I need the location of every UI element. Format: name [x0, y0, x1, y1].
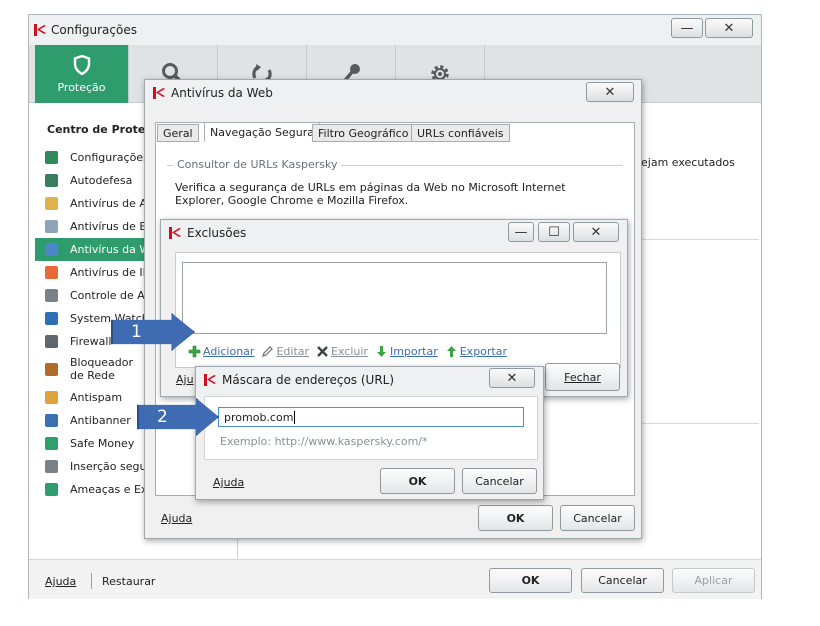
url-mask-value: promob.com [224, 411, 294, 424]
filter-icon [45, 289, 58, 302]
text-cursor [294, 411, 296, 424]
right-pane-text: ejam executados [641, 156, 735, 169]
k-shield-icon [45, 174, 58, 187]
import-icon [376, 346, 386, 357]
keyboard-icon [45, 460, 58, 473]
kaspersky-logo-icon [34, 24, 46, 36]
protection-label: Proteção [57, 80, 106, 94]
kaspersky-logo-icon [153, 87, 165, 99]
close-button[interactable]: ✕ [573, 222, 619, 242]
footer: Ajuda Restaurar OK Cancelar Aplicar [29, 559, 761, 599]
cancel-button[interactable]: Cancelar [560, 505, 635, 531]
close-button[interactable]: ✕ [489, 368, 535, 388]
callout-number: 2 [157, 407, 168, 427]
cancel-button[interactable]: Cancelar [581, 568, 664, 593]
sidebar-item-label: Antivírus de Em [70, 220, 158, 233]
close-dialog-button[interactable]: Fechar [545, 363, 620, 391]
shield-icon [45, 151, 58, 164]
edit-icon [262, 346, 274, 357]
maximize-button[interactable]: ☐ [538, 222, 570, 242]
sidebar-item-label: Antivírus de Ar [70, 197, 152, 210]
dialog-title: Exclusões [187, 226, 247, 240]
title-bar: Configurações — ✕ [29, 15, 761, 45]
sidebar-item-label: Antivírus da We [70, 243, 157, 256]
sidebar-item-label: Bloqueador de Rede [70, 356, 134, 382]
minimize-button[interactable]: — [508, 222, 534, 242]
callout-number: 1 [131, 322, 142, 342]
help-link[interactable]: Ajuda [213, 476, 244, 489]
sidebar-item-label: Autodefesa [70, 174, 133, 187]
close-button[interactable]: ✕ [705, 18, 753, 38]
url-mask-input[interactable]: promob.com [218, 407, 524, 427]
chat-icon [45, 266, 58, 279]
edit-link[interactable]: Editar [276, 345, 309, 358]
ok-button[interactable]: OK [478, 505, 553, 531]
separator [641, 423, 759, 424]
help-link[interactable]: Ajuda [161, 512, 192, 525]
section-title: Consultor de URLs Kaspersky [173, 158, 342, 171]
sidebar-item-label: Antivírus de IM [70, 266, 153, 279]
section-description: Verifica a segurança de URLs em páginas … [175, 181, 566, 207]
firewall-icon [45, 335, 58, 348]
antispam-icon [45, 391, 58, 404]
protection-tab[interactable]: Proteção [35, 45, 129, 103]
mask-panel: promob.com Exemplo: http://www.kaspersky… [204, 396, 538, 460]
sidebar-item-label: Configurações [70, 151, 149, 164]
kaspersky-logo-icon [169, 227, 181, 239]
folder-icon [45, 197, 58, 210]
tab-trusted-urls[interactable]: URLs confiáveis [411, 124, 510, 142]
minimize-button[interactable]: — [671, 18, 703, 38]
globe-icon [45, 243, 58, 256]
delete-icon [317, 346, 328, 357]
delete-link[interactable]: Excluir [331, 345, 368, 358]
sidebar-item-label: Ameaças e Exc [70, 483, 154, 496]
exclusions-list[interactable] [182, 262, 607, 334]
sidebar-heading: Centro de Proteç [47, 123, 147, 136]
shield-icon [73, 54, 90, 75]
exclusions-actions: Adicionar Editar Excluir Importar Export… [188, 345, 507, 358]
sidebar-item-label: Controle de Ap [70, 289, 152, 302]
export-link[interactable]: Exportar [460, 345, 507, 358]
close-button[interactable]: ✕ [586, 82, 634, 102]
antibanner-icon [45, 414, 58, 427]
url-mask-dialog: Máscara de endereços (URL) ✕ promob.com … [195, 366, 544, 500]
dialog-title: Máscara de endereços (URL) [222, 373, 395, 387]
window-title: Configurações [51, 23, 137, 37]
sidebar-item-label: Antibanner [70, 414, 131, 427]
money-icon [45, 437, 58, 450]
kaspersky-logo-icon [204, 374, 216, 386]
network-block-icon [45, 362, 58, 376]
apply-button[interactable]: Aplicar [672, 568, 755, 593]
dialog-title: Antivírus da Web [171, 86, 273, 100]
ok-button[interactable]: OK [489, 568, 572, 593]
restore-link[interactable]: Restaurar [102, 575, 155, 588]
dialog-title-bar: Antivírus da Web [145, 80, 641, 106]
tab-strip: Geral Navegação Segura Filtro Geográfico… [155, 122, 635, 142]
divider [91, 573, 92, 589]
tab-safe-browsing[interactable]: Navegação Segura [204, 122, 320, 142]
import-link[interactable]: Importar [390, 345, 438, 358]
sidebar-item-label: Safe Money [70, 437, 135, 450]
separator [641, 239, 759, 240]
add-link[interactable]: Adicionar [203, 345, 254, 358]
tab-geo-filter[interactable]: Filtro Geográfico [312, 124, 415, 142]
export-icon [446, 346, 456, 357]
example-hint: Exemplo: http://www.kaspersky.com/* [220, 435, 428, 448]
tab-general[interactable]: Geral [157, 124, 199, 142]
add-icon [188, 345, 201, 358]
help-link[interactable]: Ajuda [45, 575, 76, 588]
mail-icon [45, 220, 58, 233]
monitor-icon [45, 312, 58, 325]
close-label: Fechar [564, 370, 601, 384]
sidebar-item-label: Antispam [70, 391, 123, 404]
sidebar-item-label: Inserção segur [70, 460, 151, 473]
ok-button[interactable]: OK [380, 468, 455, 494]
cancel-button[interactable]: Cancelar [462, 468, 537, 494]
check-icon [45, 483, 58, 496]
exclusions-panel: Adicionar Editar Excluir Importar Export… [175, 252, 621, 368]
